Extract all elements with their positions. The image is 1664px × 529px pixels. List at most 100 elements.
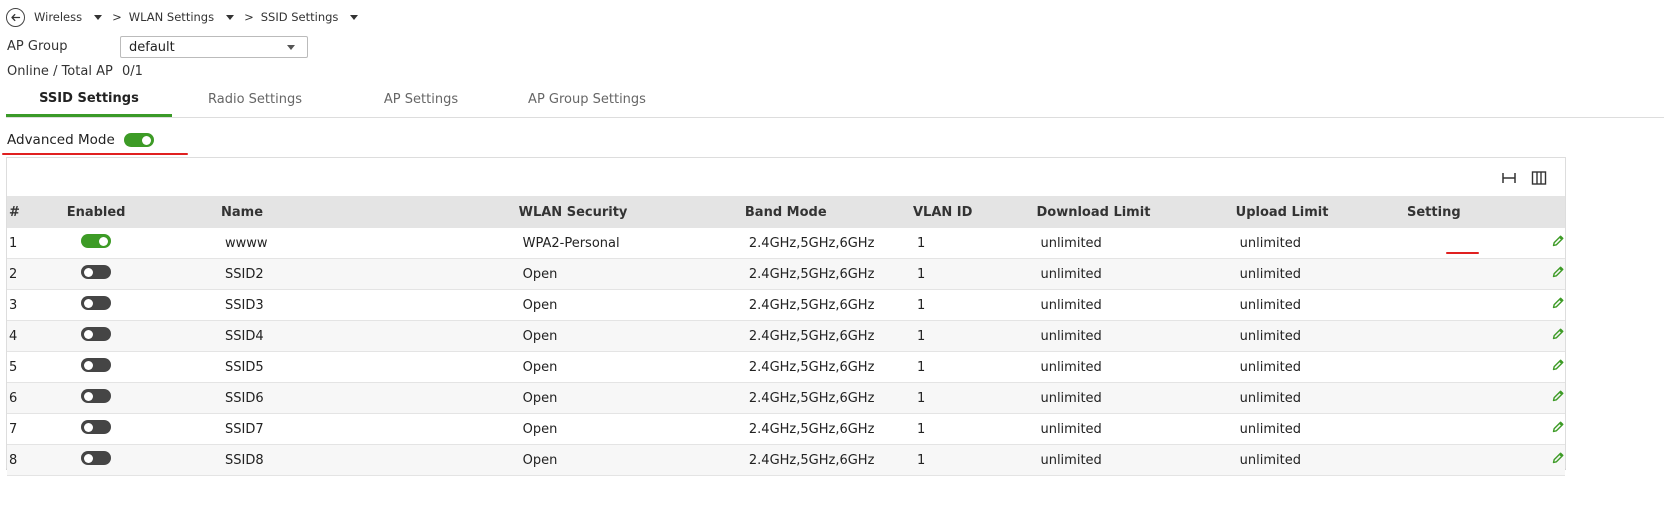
wlan-security: Open [518, 444, 745, 476]
columns-icon[interactable] [1531, 170, 1547, 186]
vlan-id: 1 [912, 289, 1037, 321]
enabled-toggle[interactable] [80, 451, 111, 465]
fit-width-icon[interactable] [1501, 170, 1517, 186]
advanced-mode-toggle[interactable] [123, 133, 154, 147]
col-setting: Setting [1407, 196, 1565, 228]
tab-ssid-settings[interactable]: SSID Settings [6, 82, 172, 117]
upload-limit: unlimited [1235, 289, 1407, 321]
table-row: 5 SSID5 Open 2.4GHz,5GHz,6GHz 1 unlimited unli… [7, 351, 1565, 383]
tab-bar: SSID Settings Radio Settings AP Settings… [6, 82, 1664, 118]
ssid-name: SSID8 [221, 444, 519, 476]
setting-cell [1407, 289, 1565, 321]
breadcrumb-wlan-settings-label: WLAN Settings [128, 10, 215, 24]
table-row: 4 SSID4 Open 2.4GHz,5GHz,6GHz 1 unlimited unli… [7, 320, 1565, 352]
row-number: 3 [7, 289, 43, 321]
pencil-icon[interactable] [1551, 389, 1565, 403]
upload-limit: unlimited [1235, 444, 1407, 476]
ssid-table-panel: # Enabled Name WLAN Security Band Mode V… [6, 157, 1566, 476]
chevron-down-icon[interactable] [226, 14, 235, 20]
wlan-security: Open [518, 320, 745, 352]
row-number: 2 [7, 258, 43, 290]
annotation-underline [2, 153, 188, 155]
wlan-security: Open [518, 413, 745, 445]
table-row: 6 SSID6 Open 2.4GHz,5GHz,6GHz 1 unlimited unli… [7, 382, 1565, 414]
col-name: Name [221, 196, 519, 228]
row-enabled-cell [42, 413, 222, 445]
enabled-toggle[interactable] [80, 296, 111, 310]
breadcrumb-ssid-settings-label: SSID Settings [260, 10, 339, 24]
chevron-down-icon [287, 45, 295, 50]
breadcrumb-separator: > [244, 10, 254, 24]
advanced-mode: Advanced Mode [7, 132, 154, 148]
vlan-id: 1 [912, 258, 1037, 290]
band-mode: 2.4GHz,5GHz,6GHz [744, 413, 913, 445]
breadcrumb-wlan-settings[interactable]: WLAN Settings [128, 10, 235, 24]
ssid-name: SSID7 [221, 413, 519, 445]
wlan-security: Open [518, 351, 745, 383]
row-enabled-cell [42, 228, 222, 259]
upload-limit: unlimited [1235, 351, 1407, 383]
setting-cell [1407, 320, 1565, 352]
download-limit: unlimited [1036, 351, 1236, 383]
row-enabled-cell [42, 258, 222, 290]
enabled-toggle[interactable] [80, 389, 111, 403]
band-mode: 2.4GHz,5GHz,6GHz [744, 289, 913, 321]
breadcrumb-wireless[interactable]: Wireless [34, 10, 103, 24]
online-total-label: Online / Total AP [7, 64, 113, 79]
download-limit: unlimited [1036, 228, 1236, 259]
pencil-icon[interactable] [1551, 234, 1565, 248]
table-header-row: # Enabled Name WLAN Security Band Mode V… [7, 196, 1565, 228]
row-number: 8 [7, 444, 43, 476]
enabled-toggle[interactable] [80, 420, 111, 434]
download-limit: unlimited [1036, 382, 1236, 414]
enabled-toggle[interactable] [80, 327, 111, 341]
pencil-icon[interactable] [1551, 265, 1565, 279]
tab-radio-settings[interactable]: Radio Settings [172, 82, 338, 116]
breadcrumb-separator: > [112, 10, 122, 24]
download-limit: unlimited [1036, 444, 1236, 476]
vlan-id: 1 [912, 444, 1037, 476]
vlan-id: 1 [912, 320, 1037, 352]
enabled-toggle[interactable] [80, 234, 111, 248]
row-number: 4 [7, 320, 43, 352]
breadcrumb: Wireless > WLAN Settings > SSID Settings [6, 6, 359, 28]
row-enabled-cell [42, 382, 222, 414]
pencil-icon[interactable] [1551, 358, 1565, 372]
pencil-icon[interactable] [1551, 420, 1565, 434]
wlan-security: Open [518, 258, 745, 290]
ap-group-value: default [129, 39, 175, 55]
pencil-icon[interactable] [1551, 296, 1565, 310]
chevron-down-icon[interactable] [350, 14, 359, 20]
download-limit: unlimited [1036, 413, 1236, 445]
band-mode: 2.4GHz,5GHz,6GHz [744, 258, 913, 290]
table-row: 1 wwww WPA2-Personal 2.4GHz,5GHz,6GHz 1 unlim… [7, 228, 1565, 259]
download-limit: unlimited [1036, 258, 1236, 290]
upload-limit: unlimited [1235, 320, 1407, 352]
tab-ap-settings[interactable]: AP Settings [338, 82, 504, 116]
download-limit: unlimited [1036, 320, 1236, 352]
chevron-down-icon[interactable] [94, 14, 103, 20]
wlan-security: Open [518, 382, 745, 414]
tab-ap-group-settings[interactable]: AP Group Settings [504, 82, 670, 116]
pencil-icon[interactable] [1551, 451, 1565, 465]
ssid-name: SSID6 [221, 382, 519, 414]
breadcrumb-ssid-settings[interactable]: SSID Settings [261, 10, 359, 24]
vlan-id: 1 [912, 351, 1037, 383]
col-upload-limit: Upload Limit [1235, 196, 1407, 228]
col-download-limit: Download Limit [1036, 196, 1236, 228]
online-total-value: 0/1 [122, 64, 143, 79]
annotation-underline [1446, 252, 1479, 254]
row-number: 6 [7, 382, 43, 414]
upload-limit: unlimited [1235, 258, 1407, 290]
ap-group-select[interactable]: default [120, 36, 308, 58]
setting-cell [1407, 444, 1565, 476]
band-mode: 2.4GHz,5GHz,6GHz [744, 228, 913, 259]
band-mode: 2.4GHz,5GHz,6GHz [744, 351, 913, 383]
download-limit: unlimited [1036, 289, 1236, 321]
back-arrow-icon[interactable] [6, 7, 25, 27]
enabled-toggle[interactable] [80, 265, 111, 279]
col-enabled: Enabled [42, 196, 222, 228]
enabled-toggle[interactable] [80, 358, 111, 372]
pencil-icon[interactable] [1551, 327, 1565, 341]
col-vlan-id: VLAN ID [912, 196, 1037, 228]
